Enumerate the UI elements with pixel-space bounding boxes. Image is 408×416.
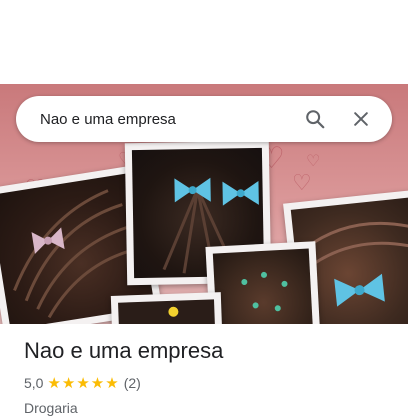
search-icon	[306, 110, 325, 129]
search-bar[interactable]: Nao e uma empresa	[16, 96, 392, 142]
rating-stars-icon: ★★★★★	[47, 375, 120, 392]
hair-photo-bottom	[205, 241, 321, 324]
bow-icon	[332, 271, 388, 315]
place-category[interactable]: Drogaria	[24, 400, 392, 416]
clear-search-button[interactable]	[344, 102, 378, 136]
hair-photo-small	[110, 292, 224, 324]
place-title: Nao e uma empresa	[24, 338, 224, 363]
rating-value: 5,0	[24, 375, 44, 391]
rating-row[interactable]: 5,0 ★★★★★ (2)	[24, 374, 392, 392]
bow-icon	[220, 178, 261, 214]
heart-icon: ♡	[292, 170, 312, 195]
search-button[interactable]	[298, 102, 332, 136]
bow-icon	[172, 175, 213, 211]
review-count[interactable]: (2)	[124, 375, 141, 391]
search-query-text[interactable]: Nao e uma empresa	[40, 111, 286, 128]
bow-icon	[29, 224, 68, 262]
close-icon	[354, 112, 368, 126]
place-info-panel: Nao e uma empresa 5,0 ★★★★★ (2) Drogaria	[24, 338, 392, 416]
heart-icon: ♡	[306, 153, 321, 170]
